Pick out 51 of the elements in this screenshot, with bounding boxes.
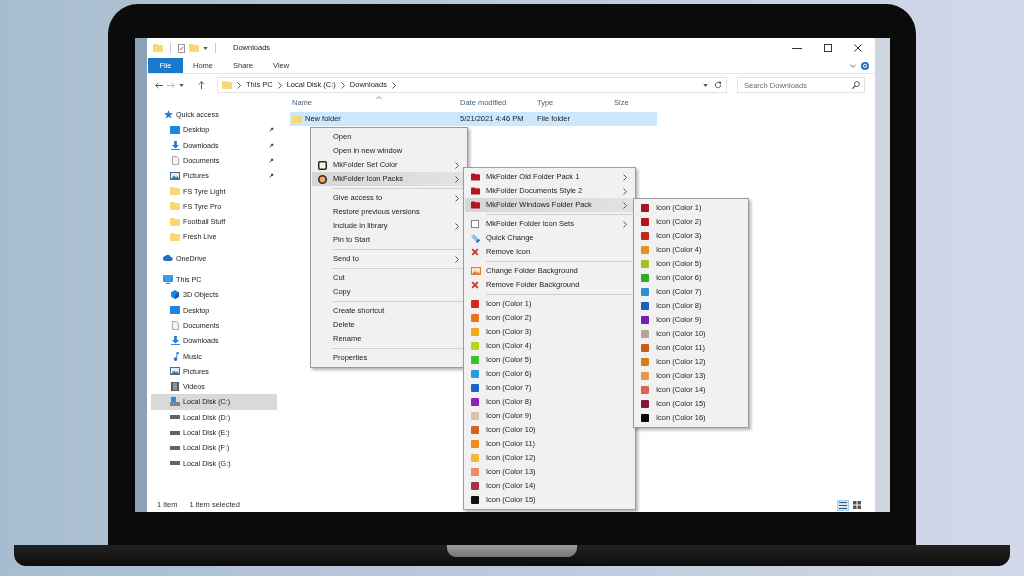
- tiles-view-icon[interactable]: [851, 499, 863, 511]
- download-icon: [170, 336, 180, 346]
- folder-icon: [292, 115, 302, 123]
- folder-icon: [170, 187, 180, 196]
- chevron-icon: [277, 81, 282, 89]
- drive-icon: [170, 397, 180, 407]
- image-icon: [471, 267, 481, 275]
- computer-icon: [163, 275, 173, 285]
- folder-icon: [471, 187, 480, 195]
- document-icon: [171, 156, 179, 166]
- cloud-icon: [163, 255, 173, 262]
- screen-icon: [170, 125, 180, 134]
- search-icon[interactable]: [852, 81, 860, 89]
- refresh-icon[interactable]: [714, 81, 722, 89]
- properties-icon[interactable]: [178, 43, 185, 53]
- folder-icon: [471, 173, 480, 181]
- chevron-icon: [237, 81, 241, 89]
- details-view-icon[interactable]: [837, 499, 849, 511]
- maximize-icon[interactable]: [824, 44, 832, 52]
- music-note-icon: [171, 351, 179, 361]
- folder-icon: [471, 201, 480, 209]
- image-icon: [170, 171, 180, 180]
- caret-icon[interactable]: [203, 46, 208, 50]
- caret-icon[interactable]: [703, 83, 708, 87]
- minimize-icon[interactable]: [792, 47, 802, 49]
- image-icon: [170, 367, 180, 376]
- chevron-icon: [391, 81, 396, 89]
- folder-icon: [222, 81, 232, 89]
- caret-icon[interactable]: [179, 83, 184, 87]
- drive-icon: [170, 461, 180, 466]
- square-icon: [471, 220, 479, 228]
- star-icon: [163, 110, 173, 120]
- square-icon: [318, 160, 327, 170]
- close-icon[interactable]: [854, 44, 862, 52]
- film-icon: [171, 382, 179, 392]
- folder-icon: [170, 202, 180, 211]
- folder-icon: [170, 217, 180, 226]
- chevron-down-icon[interactable]: [850, 63, 856, 68]
- ring-icon: [318, 174, 327, 184]
- screen-icon: [170, 306, 180, 315]
- help-icon[interactable]: [861, 61, 869, 70]
- folder-icon: [170, 233, 180, 241]
- back-icon[interactable]: [155, 81, 163, 89]
- brush-icon: [471, 233, 480, 243]
- document-icon: [171, 321, 179, 330]
- chevron-icon: [340, 81, 345, 89]
- cross-icon: [471, 281, 479, 289]
- up-icon[interactable]: [198, 81, 205, 89]
- cross-icon: [471, 248, 479, 256]
- download-icon: [170, 140, 180, 150]
- cube-icon: [171, 290, 179, 300]
